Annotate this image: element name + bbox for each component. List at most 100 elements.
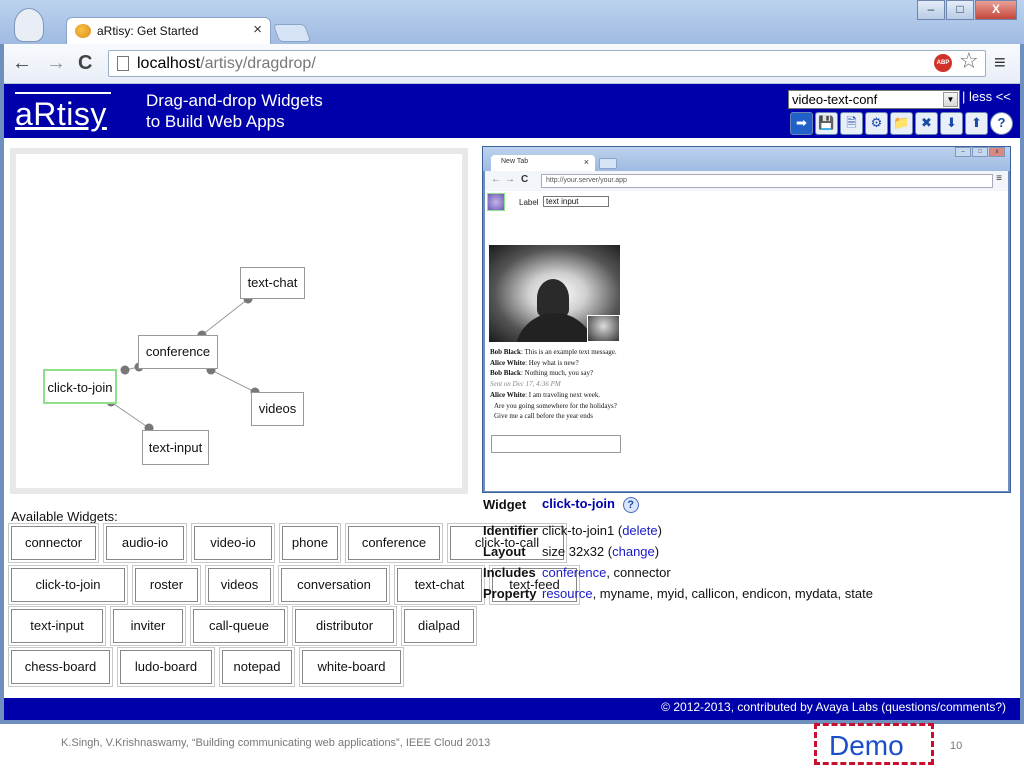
url-text: localhost/artisy/dragdrop/ <box>137 55 316 72</box>
chat-line: Give me a call before the year ends <box>494 412 593 421</box>
edge-click-to-join-text-input <box>110 401 150 429</box>
new-tab-button[interactable] <box>272 24 312 42</box>
chat-text: Hey what is new? <box>528 358 579 367</box>
connector-port[interactable] <box>120 365 130 375</box>
preview-video <box>489 245 620 342</box>
browser-toolbar: ← → C localhost/artisy/dragdrop/ ABP ☆ ≡ <box>4 44 1020 84</box>
preview-page: Label text input Bob Black: This is an e… <box>485 191 1008 491</box>
layout-key: Layout <box>483 544 526 559</box>
includes-rest: , connector <box>606 565 671 580</box>
move-down-icon[interactable]: ⬇ <box>940 112 963 135</box>
widget-button-text-chat[interactable]: text-chat <box>394 565 485 605</box>
widget-button-white-board[interactable]: white-board <box>299 647 404 687</box>
widget-button-chess-board[interactable]: chess-board <box>8 647 113 687</box>
preview-new-tab <box>599 158 617 169</box>
browser-profile-icon <box>14 8 44 42</box>
widget-button-text-input[interactable]: text-input <box>8 606 106 646</box>
back-arrow-icon[interactable]: ← <box>12 52 32 74</box>
minimize-button[interactable]: – <box>917 0 945 20</box>
browser-menu-icon[interactable]: ≡ <box>994 52 1006 74</box>
help-icon[interactable]: ? <box>622 496 639 513</box>
identifier-value: click-to-join1 <box>542 523 615 538</box>
property-resource-link[interactable]: resource <box>542 586 593 601</box>
property-key: Property <box>483 586 537 601</box>
widget-button-video-io[interactable]: video-io <box>191 523 275 563</box>
preview-minimize-icon: – <box>955 147 971 157</box>
add-folder-icon[interactable]: 📁 <box>890 112 913 135</box>
tagline-line-2: to Build Web Apps <box>146 112 285 131</box>
video-self-view <box>587 315 620 342</box>
graph-node-text-input[interactable]: text-input <box>142 430 209 465</box>
forward-arrow-icon[interactable]: → <box>46 52 66 74</box>
tagline-line-1: Drag-and-drop Widgets <box>146 91 323 110</box>
tab-close-icon[interactable]: × <box>253 21 262 38</box>
slide-number: 10 <box>950 740 963 752</box>
graph-node-text-chat[interactable]: text-chat <box>240 267 305 299</box>
slide: aRtisy: Get Started × – □ X ← → C localh… <box>0 0 1024 768</box>
preview-forward-icon: → <box>505 174 515 185</box>
widget-button-connector[interactable]: connector <box>8 523 99 563</box>
widget-button-phone[interactable]: phone <box>279 523 341 563</box>
main-content: text-chat conference click-to-join videos te… <box>4 138 1020 698</box>
widget-button-inviter[interactable]: inviter <box>110 606 186 646</box>
preview-tab-close-icon: × <box>583 157 589 167</box>
bookmark-star-icon[interactable]: ☆ <box>959 50 979 72</box>
delete-icon[interactable]: ✖ <box>915 112 938 135</box>
demo-box: Demo <box>814 723 934 765</box>
identifier-key: Identifier <box>483 523 538 538</box>
edge-conference-videos <box>210 369 256 393</box>
app-select[interactable]: video-text-conf ▼ <box>788 90 960 109</box>
browser-tab[interactable]: aRtisy: Get Started × <box>66 17 271 44</box>
document-icon[interactable]: 🗎 <box>840 112 863 135</box>
widget-button-conversation[interactable]: conversation <box>278 565 390 605</box>
video-person-head <box>537 279 569 317</box>
settings-icon[interactable]: ⚙ <box>865 112 888 135</box>
widget-button-notepad[interactable]: notepad <box>219 647 295 687</box>
chevron-down-icon: ▼ <box>943 92 958 107</box>
graph-node-click-to-join[interactable]: click-to-join <box>43 369 117 404</box>
widget-button-conference[interactable]: conference <box>345 523 443 563</box>
footer-text[interactable]: © 2012-2013, contributed by Avaya Labs (… <box>661 700 1006 714</box>
preview-close-icon: x <box>989 147 1005 157</box>
graph-node-conference[interactable]: conference <box>138 335 218 369</box>
delete-link[interactable]: delete <box>622 523 657 538</box>
go-icon[interactable]: ➡ <box>790 112 813 135</box>
adblock-icon[interactable]: ABP <box>934 54 952 72</box>
save-icon[interactable]: 💾 <box>815 112 838 135</box>
widget-button-distributor[interactable]: distributor <box>292 606 397 646</box>
edge-conference-text-chat <box>201 298 249 336</box>
preview-titlebar: New Tab × – □ x <box>483 147 1010 171</box>
preview-reload-icon: C <box>521 174 529 185</box>
widget-button-click-to-join[interactable]: click-to-join <box>8 565 128 605</box>
app-logo[interactable]: aRtisy <box>15 96 107 133</box>
close-window-button[interactable]: X <box>975 0 1017 20</box>
page-icon <box>117 56 129 71</box>
graph-node-videos[interactable]: videos <box>251 392 304 426</box>
includes-conference-link[interactable]: conference <box>542 565 606 580</box>
widget-button-videos[interactable]: videos <box>205 565 274 605</box>
chat-line: Sent on Dec 17, 4:36 PM <box>490 380 561 389</box>
widget-button-audio-io[interactable]: audio-io <box>103 523 187 563</box>
widget-key: Widget <box>483 497 527 512</box>
composition-canvas[interactable]: text-chat conference click-to-join videos te… <box>16 154 462 488</box>
preview-label-text: Label <box>519 198 539 207</box>
widget-button-ludo-board[interactable]: ludo-board <box>117 647 215 687</box>
widget-button-roster[interactable]: roster <box>132 565 201 605</box>
help-icon[interactable]: ? <box>990 112 1013 135</box>
preview-chat-log: Bob Black: This is an example text messa… <box>490 347 690 422</box>
maximize-button[interactable]: □ <box>946 0 974 20</box>
preview-address-bar: http://your.server/your.app <box>541 174 993 188</box>
widget-button-call-queue[interactable]: call-queue <box>190 606 288 646</box>
less-link[interactable]: | less << <box>962 89 1011 104</box>
click-to-join-widget-icon[interactable] <box>487 193 505 211</box>
change-link[interactable]: change <box>612 544 655 559</box>
preview-text-input[interactable]: text input <box>543 196 609 207</box>
move-up-icon[interactable]: ⬆ <box>965 112 988 135</box>
chat-line: Alice White: Hey what is new? <box>490 358 579 367</box>
reload-icon[interactable]: C <box>78 52 92 74</box>
preview-chat-input[interactable] <box>491 435 621 453</box>
app-toolbar: ➡ 💾 🗎 ⚙ 📁 ✖ ⬇ ⬆? <box>790 112 1013 136</box>
widget-button-dialpad[interactable]: dialpad <box>401 606 477 646</box>
app-header: aRtisy Drag-and-drop Widgets to Build We… <box>4 84 1020 138</box>
address-bar[interactable]: localhost/artisy/dragdrop/ <box>108 50 986 77</box>
